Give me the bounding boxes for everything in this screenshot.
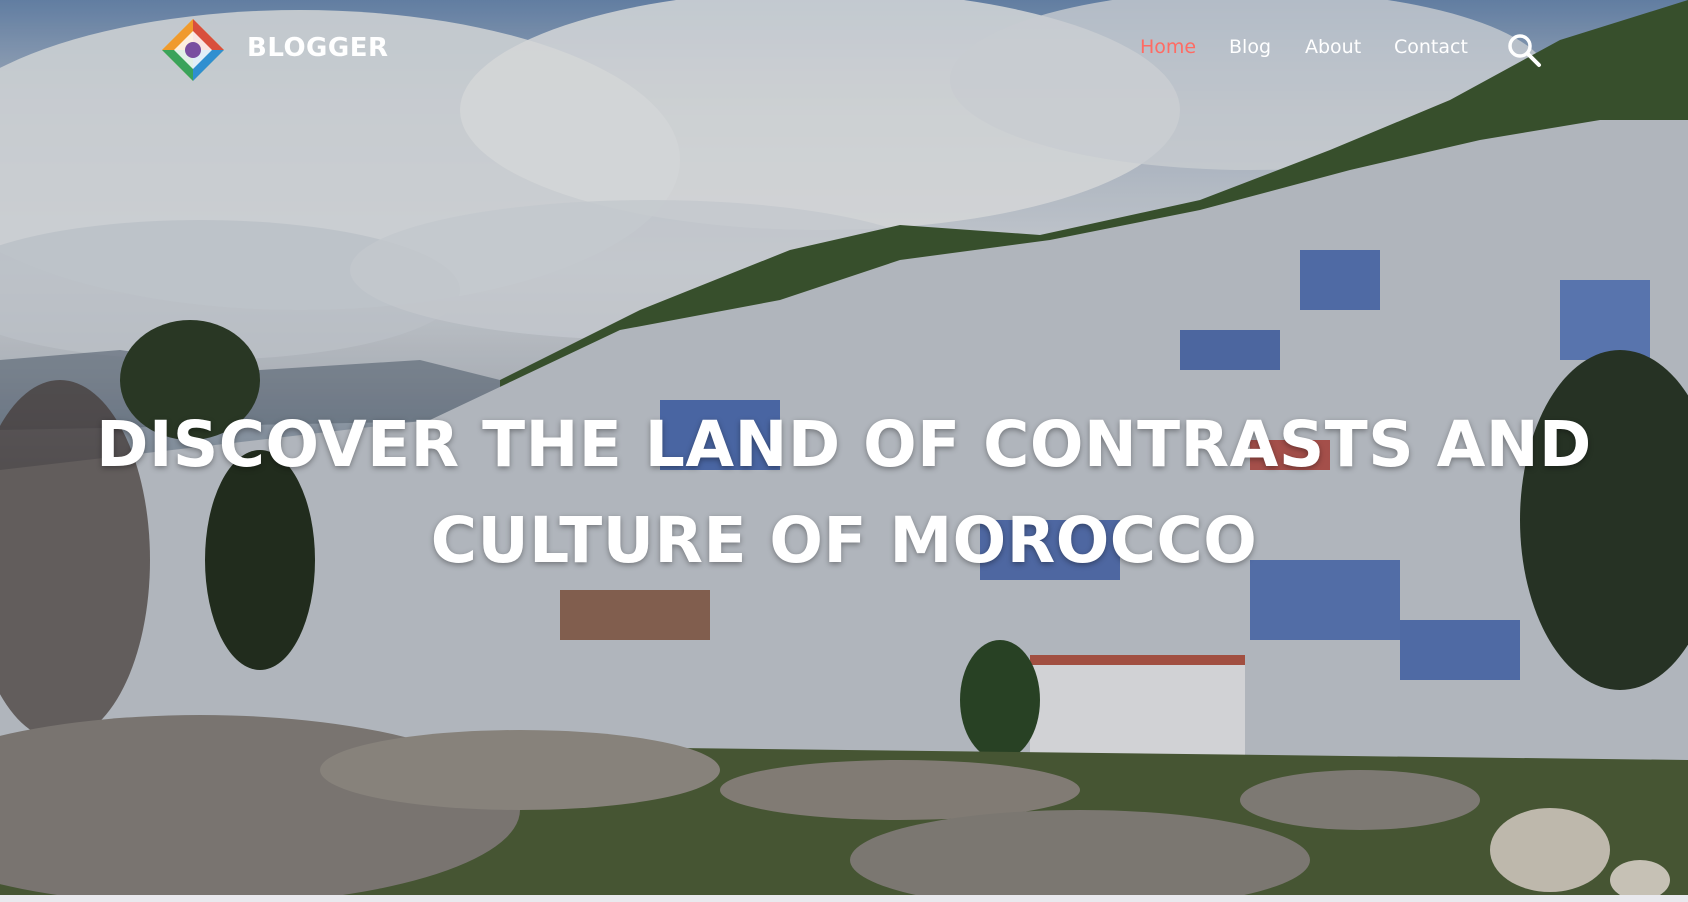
nav-item-blog[interactable]: Blog — [1229, 36, 1271, 58]
headline-line-1: DISCOVER THE LAND OF CONTRASTS AND — [96, 408, 1592, 482]
nav-item-contact[interactable]: Contact — [1394, 36, 1468, 58]
site-header: BLOGGER Home Blog About Contact — [0, 0, 1688, 100]
search-icon[interactable] — [1506, 32, 1542, 68]
headline-line-2: CULTURE OF MOROCCO — [430, 504, 1258, 578]
hero-headline: DISCOVER THE LAND OF CONTRASTS AND CULTU… — [84, 397, 1604, 589]
hero-banner: BLOGGER Home Blog About Contact DISCOVER… — [0, 0, 1688, 895]
brand-name[interactable]: BLOGGER — [247, 33, 389, 63]
diamond-logo-icon[interactable] — [160, 17, 226, 83]
page-bottom-edge — [0, 895, 1688, 902]
nav-item-home[interactable]: Home — [1140, 36, 1196, 58]
nav-item-about[interactable]: About — [1305, 36, 1361, 58]
